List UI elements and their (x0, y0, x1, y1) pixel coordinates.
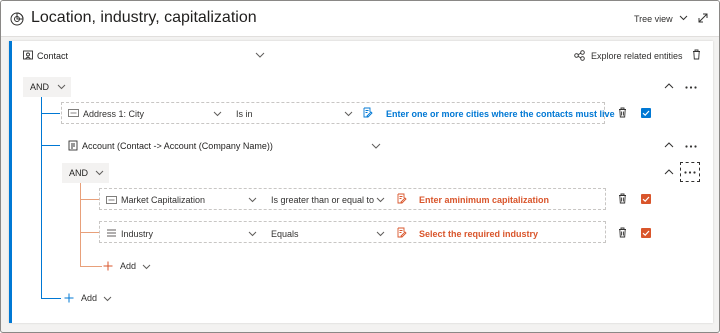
add-icon (64, 293, 74, 303)
tree-connector (41, 145, 60, 146)
field-selector[interactable]: Industry (121, 229, 153, 239)
contact-entity-icon (23, 50, 33, 60)
query-card (9, 41, 713, 323)
chevron-down-icon[interactable] (213, 111, 222, 117)
edit-value-icon[interactable] (363, 107, 373, 118)
nested-operator-and[interactable]: AND (62, 163, 109, 183)
segment-builder-window: Location, industry, capitalization Tree … (0, 0, 720, 333)
tree-connector (41, 113, 60, 114)
edit-value-icon[interactable] (397, 193, 407, 204)
tree-connector (80, 232, 99, 233)
operator-label: AND (30, 82, 50, 92)
root-add-button[interactable]: Add (64, 292, 114, 306)
segment-icon (10, 12, 24, 26)
select-checkbox[interactable] (641, 108, 651, 118)
tree-connector (41, 298, 61, 299)
root-operator-and[interactable]: AND (23, 77, 71, 97)
checkmark-icon (642, 196, 650, 203)
header-bar: Location, industry, capitalization Tree … (1, 1, 719, 37)
page-title: Location, industry, capitalization (31, 9, 257, 26)
more-options-icon[interactable] (685, 145, 697, 148)
chevron-up-icon[interactable] (664, 169, 674, 175)
operator-selector[interactable]: Equals (271, 229, 299, 239)
field-selector[interactable]: Address 1: City (83, 109, 144, 119)
option-set-icon (107, 229, 116, 237)
edit-value-icon[interactable] (397, 227, 407, 238)
currency-field-icon (106, 196, 117, 204)
tree-connector (80, 199, 99, 200)
add-label: Add (81, 293, 98, 303)
account-entity-icon (68, 140, 78, 151)
more-options-button[interactable] (680, 162, 700, 182)
chevron-down-icon[interactable] (344, 111, 353, 117)
operator-selector[interactable]: Is in (236, 109, 253, 119)
related-entity-label: Account (Contact -> Account (Company Nam… (82, 141, 273, 151)
chevron-up-icon[interactable] (664, 83, 674, 89)
explore-related-entities-link[interactable]: Explore related entities (591, 51, 683, 61)
text-field-icon (68, 109, 79, 117)
delete-icon[interactable] (618, 227, 627, 238)
select-checkbox[interactable] (641, 194, 651, 204)
tree-connector (80, 183, 81, 266)
more-options-icon (684, 171, 696, 174)
chevron-down-icon[interactable] (248, 231, 257, 237)
related-entities-icon[interactable] (574, 50, 585, 61)
delete-icon[interactable] (618, 193, 627, 204)
tree-connector (41, 97, 42, 298)
select-checkbox[interactable] (641, 228, 651, 238)
checkmark-icon (642, 230, 650, 237)
more-options-icon[interactable] (685, 86, 697, 89)
operator-selector[interactable]: Is greater than or equal to (271, 195, 374, 205)
root-entity-label: Contact (37, 51, 69, 61)
delete-icon[interactable] (618, 107, 627, 118)
chevron-down-icon[interactable] (57, 84, 66, 90)
delete-icon[interactable] (692, 49, 701, 60)
operator-label: AND (69, 168, 89, 178)
chevron-down-icon (142, 264, 151, 270)
chevron-down-icon[interactable] (95, 170, 104, 176)
chevron-down-icon[interactable] (248, 197, 257, 203)
field-selector[interactable]: Market Capitalization (121, 195, 205, 205)
checkmark-icon (642, 110, 650, 117)
expand-icon[interactable] (697, 12, 709, 24)
value-input-prompt[interactable]: Enter one or more cities where the conta… (386, 109, 615, 119)
value-input-prompt[interactable]: Enter aminimum capitalization (419, 195, 549, 205)
tree-connector (80, 266, 102, 267)
view-selector[interactable]: Tree view (634, 14, 673, 24)
add-label: Add (120, 261, 137, 271)
chevron-down-icon[interactable] (255, 52, 265, 58)
chevron-down-icon[interactable] (376, 231, 385, 237)
chevron-up-icon[interactable] (664, 142, 674, 148)
chevron-down-icon (103, 296, 112, 302)
value-input-prompt[interactable]: Select the required industry (419, 229, 538, 239)
nested-add-button[interactable]: Add (103, 260, 153, 274)
add-icon (103, 261, 113, 271)
chevron-down-icon[interactable] (679, 15, 688, 21)
chevron-down-icon[interactable] (376, 197, 385, 203)
chevron-down-icon[interactable] (371, 143, 381, 149)
